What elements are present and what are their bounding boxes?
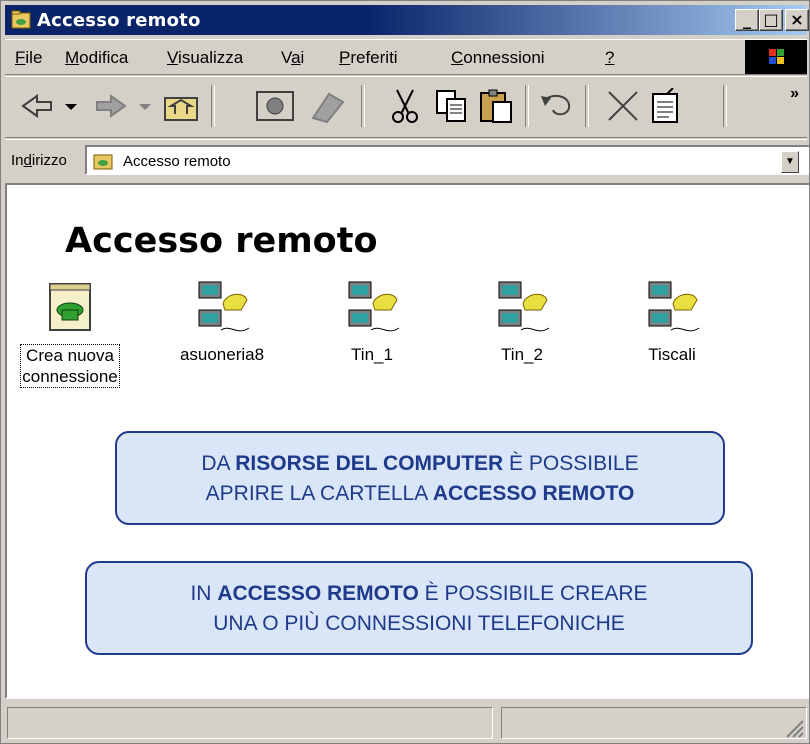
item-label: Tin_2 [501,345,543,364]
dialup-connection-icon [648,281,700,332]
folder-content: Accesso remoto Crea nuova connessione asu… [5,183,809,699]
item-label: Tiscali [648,345,696,364]
up-folder-icon[interactable] [161,88,201,124]
explorer-window: Accesso remoto _ □ × File Modifica Visua… [0,0,810,744]
address-value: Accesso remoto [123,153,231,170]
menu-preferiti[interactable]: Preferiti [339,48,398,68]
menu-visualizza[interactable]: Visualizza [167,48,243,68]
title-bar[interactable]: Accesso remoto _ □ × [5,5,809,35]
toolbar-separator [525,85,529,127]
status-bar [5,703,807,741]
maximize-button[interactable]: □ [759,9,783,31]
paste-icon[interactable] [477,88,517,124]
menu-bar: File Modifica Visualizza Vai Preferiti C… [5,39,807,75]
callout-creare-connessioni: IN ACCESSO REMOTO È POSSIBILE CREARE UNA… [85,561,753,655]
copy-icon[interactable] [431,88,471,124]
callout-risorse-del-computer: DA RISORSE DEL COMPUTER È POSSIBILE APRI… [115,431,725,525]
window-title: Accesso remoto [37,10,201,31]
toolbar-separator [723,85,727,127]
item-tiscali[interactable]: Tiscali [607,280,737,365]
dialup-connection-icon [348,281,400,332]
status-pane-left [7,707,493,739]
dialup-connection-icon [198,281,250,332]
toolbar-overflow-chevron-icon[interactable]: » [790,85,799,103]
menu-help[interactable]: ? [605,48,614,68]
back-icon[interactable] [19,88,89,124]
toolbar-separator [585,85,589,127]
minimize-button[interactable]: _ [735,9,759,31]
undo-icon[interactable] [535,88,579,124]
properties-icon[interactable] [645,88,685,124]
item-asuoneria8[interactable]: asuoneria8 [157,280,287,365]
cut-icon[interactable] [385,88,425,124]
windows-logo-icon [745,40,807,74]
menu-modifica[interactable]: Modifica [65,48,128,68]
close-button[interactable]: × [785,9,809,31]
menu-connessioni[interactable]: Connessioni [451,48,545,68]
folder-title: Accesso remoto [65,221,378,261]
toolbar: » [5,76,807,138]
address-bar: Indirizzo Accesso remoto ▼ [5,139,809,180]
item-tin-2[interactable]: Tin_2 [457,280,587,365]
address-label: Indirizzo [11,152,67,169]
item-label: Tin_1 [351,345,393,364]
item-crea-nuova-connessione[interactable]: Crea nuova connessione [5,280,135,388]
disconnect-drive-icon[interactable] [305,88,349,124]
resize-grip-icon[interactable] [783,717,805,739]
item-tin-1[interactable]: Tin_1 [307,280,437,365]
menu-file[interactable]: File [15,48,42,68]
toolbar-separator [211,85,215,127]
status-pane-right [501,707,807,739]
make-new-connection-icon [49,283,91,331]
toolbar-separator [361,85,365,127]
dialup-connection-icon [498,281,550,332]
forward-icon[interactable] [93,88,163,124]
map-drive-icon[interactable] [253,88,297,124]
address-dropdown-button[interactable]: ▼ [781,151,799,173]
menu-vai[interactable]: Vai [281,48,304,68]
dialup-folder-icon [93,154,113,170]
item-label: Crea nuova connessione [20,344,120,388]
item-label: asuoneria8 [179,345,265,364]
dialup-folder-icon [11,10,31,29]
delete-icon[interactable] [603,88,643,124]
address-field[interactable]: Accesso remoto ▼ [85,145,809,175]
